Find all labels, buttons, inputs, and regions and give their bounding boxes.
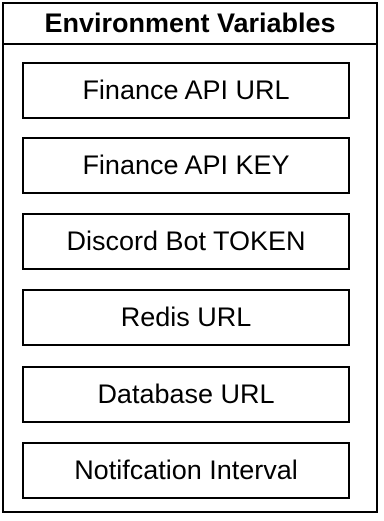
env-var-notification-interval: Notifcation Interval [22,442,350,499]
env-var-database-url: Database URL [22,366,350,423]
env-var-finance-api-url: Finance API URL [22,62,350,119]
env-var-redis-url: Redis URL [22,289,350,346]
env-var-discord-bot-token: Discord Bot TOKEN [22,213,350,270]
group-title: Environment Variables [4,4,376,45]
env-var-finance-api-key: Finance API KEY [22,137,350,194]
environment-variables-group: Environment Variables Finance API URL Fi… [2,2,378,513]
